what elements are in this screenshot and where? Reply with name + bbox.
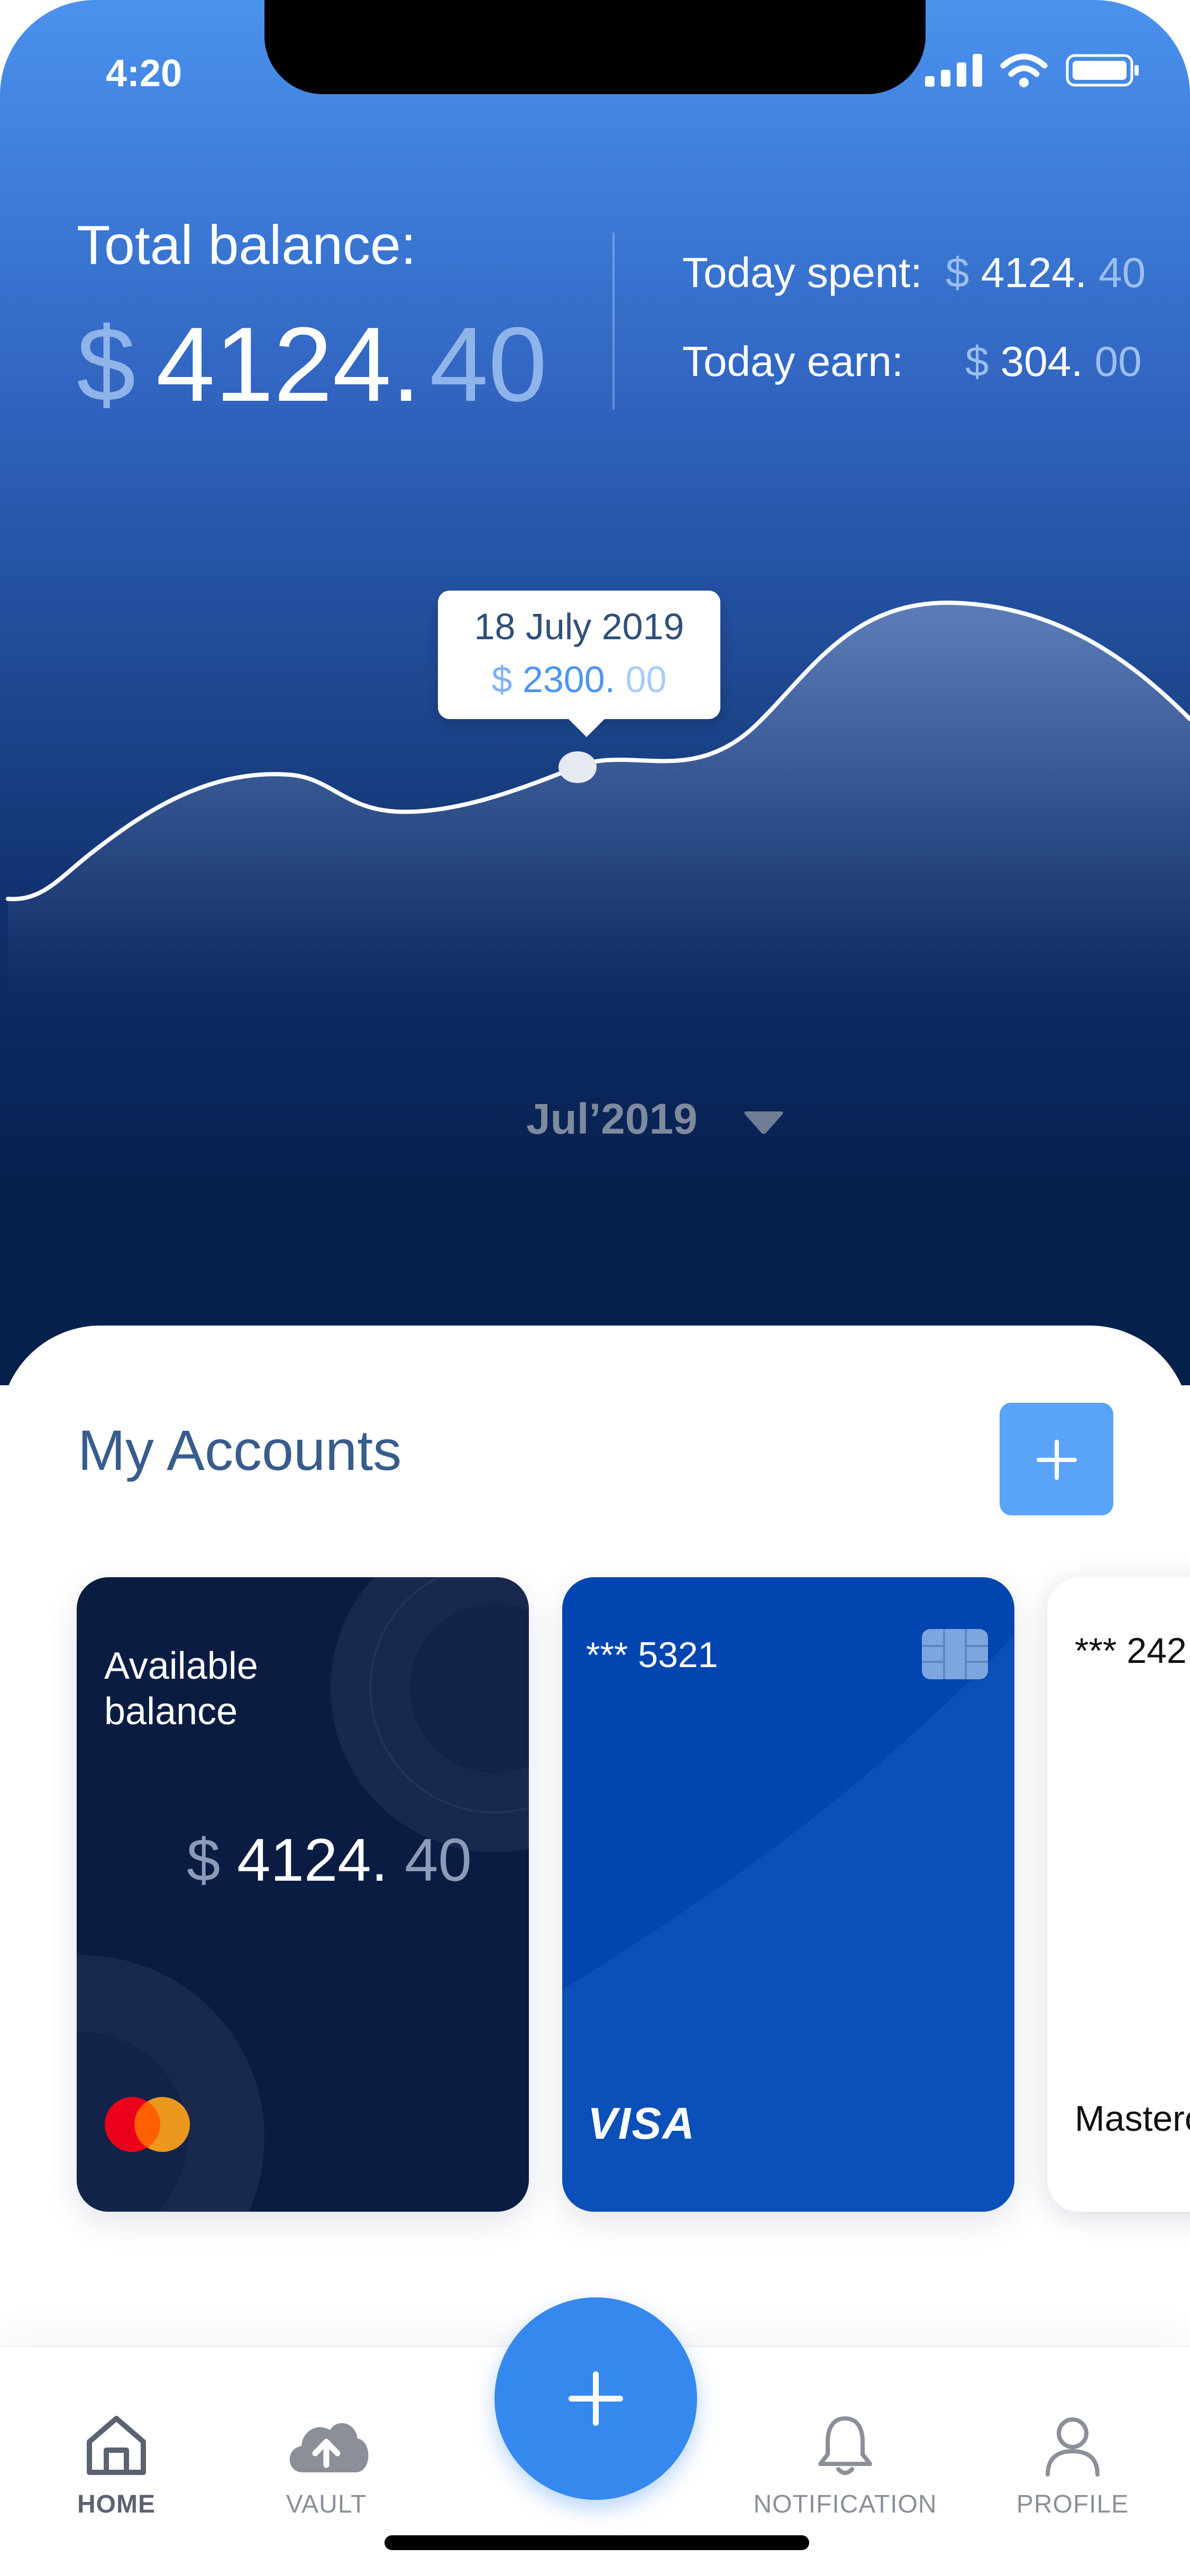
available-balance-label: Available balance [104,1645,258,1733]
tab-vault[interactable]: VAULT [221,2411,432,2519]
account-card-balance[interactable]: Available balance $ 4124. 40 [77,1577,529,2212]
tab-vault-label: VAULT [286,2490,367,2518]
chart-tooltip: 18 July 2019 $ 2300. 00 [438,591,720,737]
tab-notification-label: NOTIFICATION [753,2490,937,2518]
tab-profile-label: PROFILE [1016,2490,1129,2518]
month-selector[interactable]: Jul’2019 [526,1094,698,1144]
home-indicator [385,2535,809,2550]
account-card-visa[interactable]: *** 5321 VISA [562,1577,1014,2212]
add-account-button[interactable] [1000,1403,1113,1515]
tooltip-value: $ 2300. 00 [491,659,667,700]
total-balance-currency: $ [77,306,136,424]
today-spent-label: Today spent: [682,249,922,296]
home-icon [87,2416,146,2475]
chart-selected-point[interactable] [559,751,597,783]
phone-screen: 4:20 Total balance: $ 4124. 40 Today spe… [0,0,1190,2576]
card-number: *** 5321 [586,1635,718,1675]
status-time: 4:20 [106,52,182,95]
user-icon [1046,2417,1100,2477]
status-icons [925,53,1140,88]
tab-home-label: HOME [77,2490,155,2518]
tab-profile[interactable]: PROFILE [967,2411,1178,2519]
cloud-upload-icon [289,2423,369,2472]
header-divider [612,233,615,410]
device-notch [264,0,926,94]
card-number: *** 242 [1075,1631,1187,1671]
wifi-icon [1000,53,1048,87]
mastercard-label: Mastercard [1075,2099,1190,2139]
today-spent-value: $ 4124. 40 [946,249,1146,296]
battery-icon [1066,54,1139,87]
today-earn-label: Today earn: [682,338,904,385]
total-balance-label: Total balance: [77,215,416,276]
total-balance-integer: 4124. [156,306,421,424]
signal-icon [925,54,982,87]
tab-notification[interactable]: NOTIFICATION [739,2411,951,2519]
accounts-title: My Accounts [78,1418,402,1482]
mastercard-icon [105,2097,190,2152]
bell-icon [818,2416,872,2475]
card-balance-amount: $ 4124. 40 [187,1827,472,1894]
tooltip-date: 18 July 2019 [474,606,684,647]
account-card-mastercard[interactable]: *** 242 Mastercard [1047,1577,1190,2212]
card-chip-icon [922,1629,988,1679]
total-balance-decimal: 40 [429,306,547,424]
tab-home[interactable]: HOME [11,2411,222,2519]
add-transaction-button[interactable] [495,2297,697,2500]
today-earn-value: $ 304. 00 [965,338,1142,385]
chevron-down-icon[interactable] [743,1109,784,1136]
visa-logo: VISA [588,2099,696,2148]
